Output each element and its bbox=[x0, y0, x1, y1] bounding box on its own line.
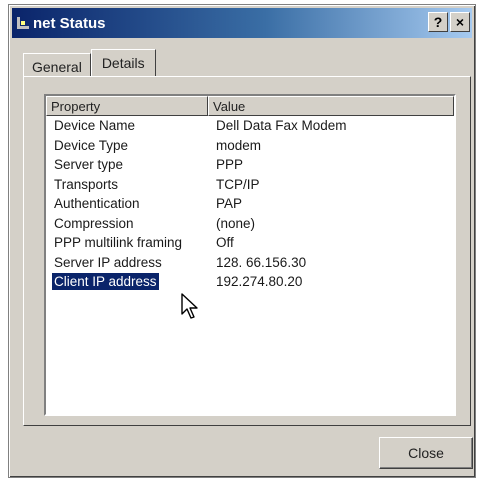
net-status-dialog: net Status ? × General Details Property … bbox=[8, 4, 476, 478]
column-header-property[interactable]: Property bbox=[46, 96, 208, 116]
mouse-pointer-icon bbox=[181, 293, 198, 319]
close-window-button[interactable]: × bbox=[450, 12, 470, 32]
details-list[interactable]: Property Value Device Name Dell Data Fax … bbox=[44, 94, 456, 416]
property-label: Server type bbox=[54, 157, 124, 173]
list-row[interactable]: Transports TCP/IP bbox=[46, 175, 454, 195]
value-cell: Dell Data Fax Modem bbox=[216, 118, 347, 134]
list-row[interactable]: Authentication PAP bbox=[46, 194, 454, 214]
list-row[interactable]: PPP multilink framing Off bbox=[46, 233, 454, 253]
tab-strip: General Details bbox=[23, 49, 156, 78]
property-label: PPP multilink framing bbox=[54, 235, 183, 251]
list-row[interactable]: Compression (none) bbox=[46, 214, 454, 234]
column-header-value[interactable]: Value bbox=[208, 96, 454, 116]
value-cell: 192.274.80.20 bbox=[216, 274, 303, 290]
tab-details[interactable]: Details bbox=[90, 49, 156, 76]
property-label: Device Type bbox=[54, 137, 129, 153]
help-button[interactable]: ? bbox=[428, 12, 448, 32]
list-header: Property Value bbox=[46, 96, 454, 116]
value-cell: (none) bbox=[216, 215, 256, 231]
property-cell: Transports bbox=[46, 177, 208, 192]
list-row[interactable]: Client IP address 192.274.80.20 bbox=[46, 272, 454, 292]
property-cell: PPP multilink framing bbox=[46, 235, 208, 250]
list-row[interactable]: Device Type modem bbox=[46, 136, 454, 156]
list-row[interactable]: Server IP address 128. 66.156.30 bbox=[46, 253, 454, 273]
property-label: Client IP address bbox=[51, 272, 160, 292]
tab-general[interactable]: General bbox=[23, 53, 91, 78]
value-cell: Off bbox=[216, 235, 234, 251]
value-cell: PPP bbox=[216, 157, 244, 173]
property-cell: Client IP address bbox=[46, 272, 208, 292]
property-cell: Device Type bbox=[46, 138, 208, 153]
property-label: Device Name bbox=[54, 118, 136, 134]
list-rows: Device Name Dell Data Fax Modem Device Typ… bbox=[46, 116, 454, 292]
value-cell: 128. 66.156.30 bbox=[216, 254, 307, 270]
details-panel: Property Value Device Name Dell Data Fax … bbox=[23, 76, 471, 426]
property-cell: Server type bbox=[46, 157, 208, 172]
property-label: Compression bbox=[54, 215, 134, 231]
property-label: Transports bbox=[54, 176, 119, 192]
value-cell: PAP bbox=[216, 196, 243, 212]
property-cell: Authentication bbox=[46, 196, 208, 211]
property-cell: Compression bbox=[46, 216, 208, 231]
network-connection-icon bbox=[16, 16, 30, 30]
window-title: net Status bbox=[33, 14, 106, 32]
property-cell: Device Name bbox=[46, 118, 208, 133]
property-label: Server IP address bbox=[54, 254, 162, 270]
close-button[interactable]: Close bbox=[379, 437, 473, 469]
list-row[interactable]: Server type PPP bbox=[46, 155, 454, 175]
property-label: Authentication bbox=[54, 196, 140, 212]
list-row[interactable]: Device Name Dell Data Fax Modem bbox=[46, 116, 454, 136]
title-bar[interactable]: net Status ? × bbox=[12, 8, 472, 38]
property-cell: Server IP address bbox=[46, 255, 208, 270]
value-cell: modem bbox=[216, 137, 262, 153]
value-cell: TCP/IP bbox=[216, 176, 260, 192]
